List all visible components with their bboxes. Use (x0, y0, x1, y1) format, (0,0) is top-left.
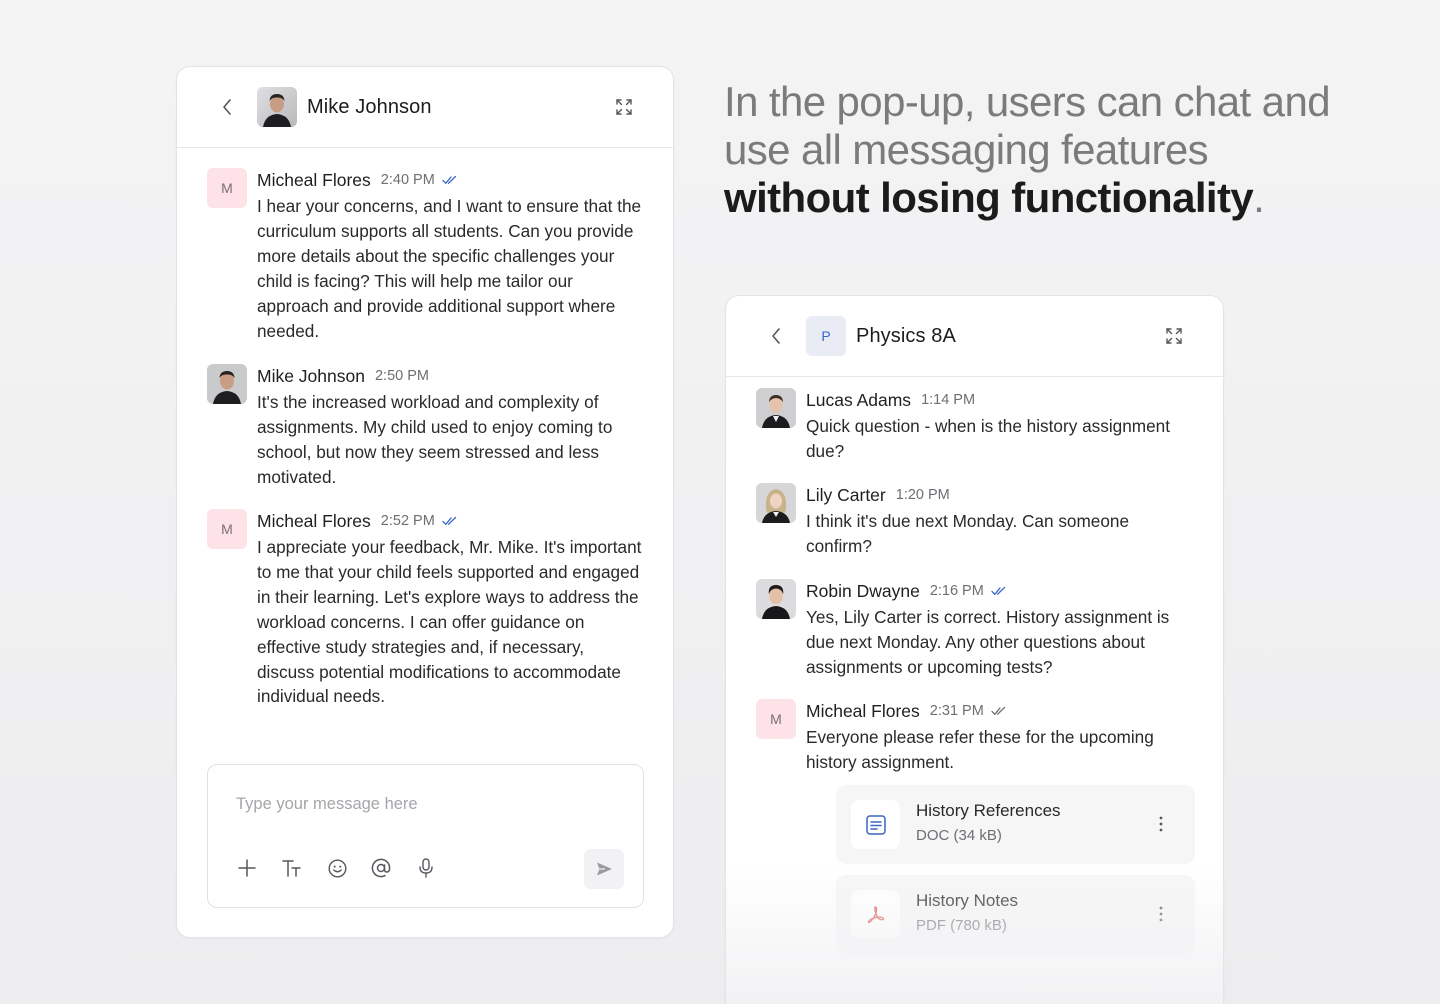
message-header: Micheal Flores 2:31 PM (806, 699, 1006, 723)
group-avatar: P (806, 316, 846, 356)
message-text: I hear your concerns, and I want to ensu… (257, 196, 642, 341)
sender-name: Lucas Adams (806, 389, 912, 410)
message: Lucas Adams 1:14 PM Quick question - whe… (756, 388, 1193, 464)
text-format-icon (282, 860, 301, 877)
message-text: Yes, Lily Carter is correct. History ass… (806, 607, 1170, 677)
chat-popup-mike-johnson: Mike Johnson M Micheal Flores 2:40 PM I … (176, 66, 674, 938)
chat-popup-physics-8a: P Physics 8A Lucas Adams 1:14 PM Quick q… (725, 295, 1224, 1004)
message-time: 2:50 PM (374, 368, 429, 384)
message-text: Quick question - when is the history ass… (806, 416, 1170, 461)
message-time: 1:20 PM (895, 487, 950, 503)
mention-button[interactable] (370, 857, 392, 879)
chat-title: Physics 8A (856, 325, 956, 347)
add-attachment-button[interactable] (236, 857, 258, 879)
message-text: I appreciate your feedback, Mr. Mike. It… (257, 537, 642, 707)
sender-name: Robin Dwayne (806, 580, 920, 601)
headline-line-3: without losing functionality. (724, 174, 1414, 222)
chevron-left-icon (772, 328, 780, 344)
expand-icon (1166, 328, 1182, 344)
attachment-card[interactable]: History Notes PDF (780 kB) (836, 875, 1195, 954)
avatar-letter: M (207, 168, 247, 208)
message-time: 2:40 PM (380, 172, 435, 188)
pdf-icon (851, 890, 900, 939)
message-text: I think it's due next Monday. Can someon… (806, 511, 1130, 556)
message-header: Micheal Flores 2:52 PM (257, 509, 457, 533)
plus-icon (238, 859, 256, 877)
message-header: Lucas Adams 1:14 PM (806, 388, 975, 412)
more-vertical-icon (1159, 906, 1163, 922)
message-header: Mike Johnson 2:50 PM (257, 364, 429, 388)
attachment-meta: DOC (34 kB) (916, 827, 1002, 844)
emoji-button[interactable] (326, 857, 348, 879)
message: M Micheal Flores 2:40 PM I hear your con… (207, 168, 643, 348)
sender-name: Micheal Flores (257, 169, 371, 190)
send-icon (596, 862, 612, 876)
back-button[interactable] (766, 326, 786, 346)
sender-name: Micheal Flores (806, 700, 920, 721)
document-icon (851, 800, 900, 849)
more-options-button[interactable] (1155, 903, 1167, 925)
message: Lily Carter 1:20 PM I think it's due nex… (756, 483, 1193, 559)
message-header: Micheal Flores 2:40 PM (257, 168, 457, 192)
message-time: 1:14 PM (921, 392, 976, 408)
message-text: Everyone please refer these for the upco… (806, 727, 1154, 772)
chat-title: Mike Johnson (307, 96, 432, 118)
chevron-left-icon (223, 99, 231, 115)
more-options-button[interactable] (1155, 813, 1167, 835)
message-time: 2:52 PM (380, 513, 435, 529)
headline-line-2: use all messaging features (724, 126, 1209, 173)
message: Robin Dwayne 2:16 PM Yes, Lily Carter is… (756, 579, 1193, 679)
microphone-icon (419, 858, 433, 878)
sender-name: Micheal Flores (257, 510, 371, 531)
double-check-icon (442, 175, 456, 184)
expand-icon (616, 99, 632, 115)
headline-emphasis: without losing functionality (724, 174, 1254, 221)
message-text: It's the increased workload and complexi… (257, 392, 613, 487)
message: M Micheal Flores 2:52 PM I appreciate yo… (207, 509, 643, 739)
message: M Micheal Flores 2:31 PM Everyone please… (756, 699, 1195, 1004)
message-input[interactable] (236, 795, 616, 814)
headline-period: . (1253, 174, 1265, 221)
sender-name: Lily Carter (806, 484, 886, 505)
sender-name: Mike Johnson (257, 365, 365, 386)
avatar-lily-carter (756, 483, 796, 523)
message-composer (207, 764, 644, 908)
avatar-letter: M (756, 699, 796, 739)
attachment-meta: PDF (780 kB) (916, 917, 1007, 934)
double-check-icon (991, 586, 1005, 595)
message-header: Robin Dwayne 2:16 PM (806, 579, 1006, 603)
avatar-mike-johnson (257, 87, 297, 127)
avatar-lucas-adams (756, 388, 796, 428)
more-vertical-icon (1159, 816, 1163, 832)
expand-button[interactable] (615, 98, 633, 116)
voice-message-button[interactable] (415, 857, 437, 879)
chat-header: P Physics 8A (726, 296, 1223, 377)
chat-header: Mike Johnson (177, 67, 673, 148)
avatar-letter: M (207, 509, 247, 549)
smiley-icon (327, 858, 347, 878)
attachment-name: History Notes (916, 891, 1019, 910)
text-format-button[interactable] (281, 857, 303, 879)
message: Mike Johnson 2:50 PM It's the increased … (207, 364, 643, 494)
send-button[interactable] (584, 849, 624, 889)
avatar-mike-johnson (207, 364, 247, 404)
attachment-card[interactable]: History References DOC (34 kB) (836, 785, 1195, 864)
attachment-name: History References (916, 801, 1061, 820)
at-sign-icon (371, 858, 391, 878)
double-check-icon (442, 516, 456, 525)
back-button[interactable] (217, 97, 237, 117)
avatar-robin-dwayne (756, 579, 796, 619)
message-time: 2:16 PM (929, 583, 984, 599)
feature-headline: In the pop-up, users can chat and use al… (724, 78, 1414, 222)
expand-button[interactable] (1165, 327, 1183, 345)
message-time: 2:31 PM (929, 703, 984, 719)
headline-line-1: In the pop-up, users can chat and (724, 78, 1331, 125)
message-header: Lily Carter 1:20 PM (806, 483, 950, 507)
double-check-icon (991, 706, 1005, 715)
